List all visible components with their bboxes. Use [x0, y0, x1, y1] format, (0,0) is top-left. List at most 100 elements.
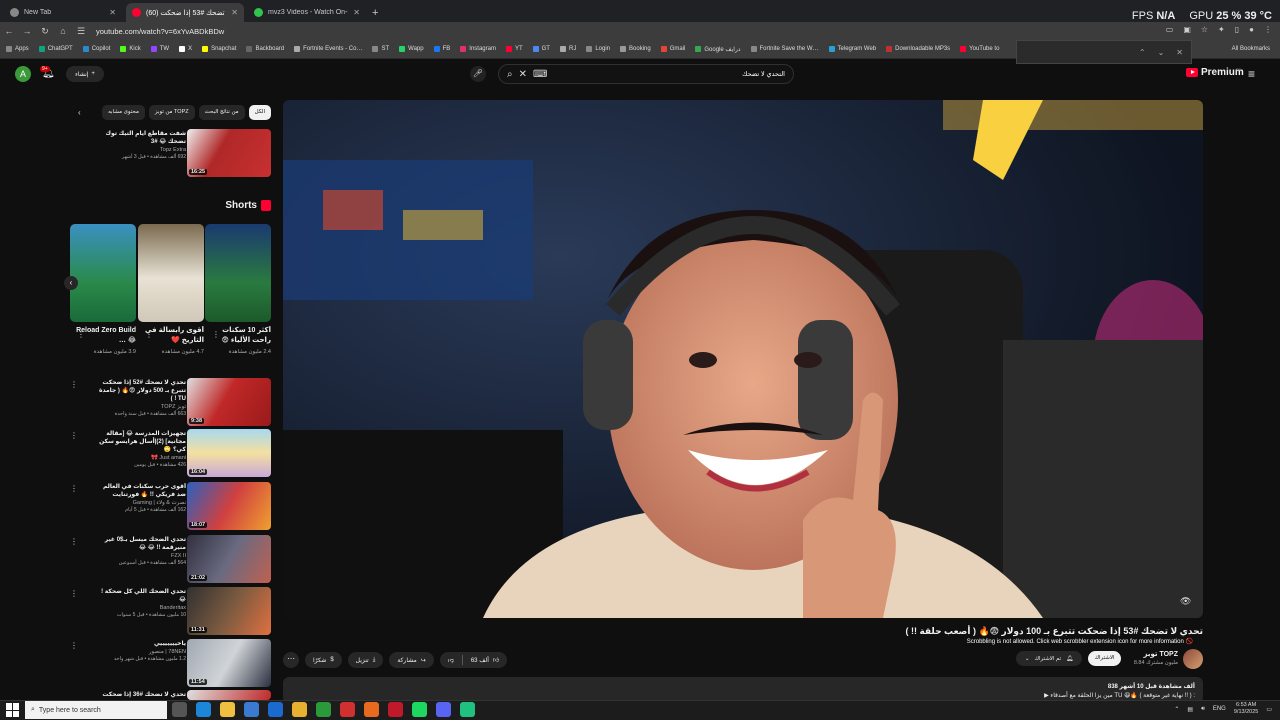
video-thumbnail[interactable]: 11:31 — [187, 587, 271, 635]
kebab-menu-icon[interactable]: ⋮ — [1264, 25, 1272, 34]
avatar[interactable]: A — [15, 66, 31, 82]
download-button[interactable]: تنزيل ⤓ — [347, 652, 384, 668]
store-icon[interactable] — [244, 702, 259, 717]
task-view-icon[interactable] — [172, 702, 187, 717]
channel-name[interactable]: نصرت & ولاء | Gaming — [94, 499, 186, 507]
app-icon[interactable] — [460, 702, 475, 717]
video-title[interactable]: تحدي الضحك اللي كل ضحكة ! 😂 — [94, 588, 186, 604]
kebab-menu-icon[interactable]: ⋮ — [70, 537, 78, 546]
network-icon[interactable]: ▤ — [1187, 706, 1193, 713]
bookmark-item[interactable]: Fortnite Save the W… — [750, 46, 819, 52]
home-icon[interactable]: ⌂ — [54, 26, 72, 36]
back-icon[interactable]: ← — [0, 26, 18, 36]
chevron-up-icon[interactable]: ⌃ — [1139, 48, 1146, 57]
video-title[interactable]: ياخيييييييي — [94, 640, 186, 648]
bookmark-item[interactable]: GT — [532, 46, 550, 52]
keyboard-icon[interactable]: ⌨ — [533, 69, 547, 80]
new-tab-button[interactable]: + — [372, 7, 378, 19]
eye-icon[interactable]: 👁︎ — [1180, 596, 1191, 607]
thanks-button[interactable]: شكرًا $ — [305, 652, 342, 668]
video-thumbnail[interactable]: 16:25 — [187, 129, 271, 177]
channel-name[interactable]: Topz Extra — [94, 146, 186, 154]
short-thumbnail[interactable] — [70, 224, 136, 322]
bookmark-item[interactable]: Google درايف — [695, 46, 741, 53]
list-item[interactable]: 16:04 ⋮ تجهيزات المدرسة 😂 [مقالة مجانية]… — [70, 429, 271, 478]
clear-icon[interactable]: ✕ — [519, 69, 527, 80]
list-item[interactable]: 11:31 ⋮ تحدي الضحك اللي كل ضحكة ! 😂 Band… — [70, 587, 271, 636]
bookmark-item[interactable]: YouTube to — [960, 46, 999, 52]
bookmark-item[interactable]: Wapp — [399, 46, 424, 52]
language-indicator[interactable]: ENG — [1213, 706, 1226, 712]
video-thumbnail[interactable]: 21:02 — [187, 535, 271, 583]
video-title[interactable]: شفت مقاطع ايام التيك توك تضحك 😂 #3 — [94, 130, 186, 146]
star-icon[interactable]: ☆ — [1201, 25, 1208, 34]
kebab-menu-icon[interactable]: ⋮ — [70, 380, 78, 389]
subscribe-button[interactable]: الاشتراك — [1088, 651, 1121, 666]
reload-icon[interactable]: ↻ — [36, 26, 54, 37]
bookmark-item[interactable]: Fortnite Events - Co… — [294, 46, 362, 52]
short-thumbnail[interactable] — [205, 224, 271, 322]
bookmark-item[interactable]: TW — [150, 46, 169, 52]
channel-name[interactable]: Banderitax — [94, 604, 186, 612]
bookmark-item[interactable]: Kick — [120, 46, 141, 52]
video-title[interactable]: تحدي لا تضحك #36 إذا ضحكت تتبرع — [94, 691, 186, 700]
chrome-icon[interactable] — [292, 702, 307, 717]
app-icon[interactable] — [388, 702, 403, 717]
list-item[interactable]: 11:54 ⋮ ياخيييييييي 78NEN | منصور 1.2 مل… — [70, 639, 271, 688]
close-icon[interactable]: ✕ — [1176, 48, 1183, 57]
bookmark-item[interactable]: Login — [586, 46, 610, 52]
chip-search-results[interactable]: من نتائج البحث — [198, 104, 245, 120]
chip-from-channel[interactable]: من توبز TOPZ — [148, 104, 195, 120]
bookmark-item[interactable]: ChatGPT — [38, 46, 73, 52]
video-title[interactable]: تحدي لا تضحك #52 إذا ضحكت تتبرع بـ 500 د… — [94, 379, 186, 403]
sidebar-icon[interactable]: ▯ — [1235, 25, 1239, 34]
notifications-button[interactable]: ⌄ تم الاشتراك 🔔︎ — [1016, 651, 1082, 666]
bookmark-item[interactable]: X — [179, 46, 192, 52]
channel-name[interactable]: Just amani 🎀 — [94, 454, 186, 462]
video-title[interactable]: تحدي الضحك ميسل بـ$0 غير منيرقمة !! 😂 😂 — [94, 536, 186, 552]
app-icon[interactable] — [364, 702, 379, 717]
bookmark-item[interactable]: Apps — [6, 46, 29, 52]
bookmark-item[interactable]: FB — [433, 46, 450, 52]
xbox-icon[interactable] — [316, 702, 331, 717]
short-thumbnail[interactable] — [138, 224, 204, 322]
chevron-up-icon[interactable]: ⌃ — [1174, 706, 1179, 713]
chevron-down-icon[interactable]: ⌄ — [1158, 48, 1165, 57]
list-item[interactable]: تحدي لا تضحك #36 إذا ضحكت تتبرع — [70, 690, 271, 700]
puzzle-icon[interactable]: ✦ — [1218, 25, 1225, 34]
bookmark-item[interactable]: Copilot — [82, 46, 110, 52]
kebab-menu-icon[interactable]: ⋮ — [70, 641, 78, 650]
bookmark-item[interactable]: YT — [505, 46, 523, 52]
browser-tab[interactable]: mvz3 Videos - Watch On-Dema… ✕ — [248, 3, 366, 22]
video-thumbnail[interactable] — [187, 690, 271, 700]
like-icon[interactable]: 👍︎ — [493, 656, 499, 664]
volume-icon[interactable]: 🔊︎ — [1201, 706, 1205, 713]
notification-icon[interactable]: ▭ — [1266, 706, 1272, 713]
microphone-icon[interactable]: 🎤︎ — [470, 66, 486, 82]
chevron-left-icon[interactable]: ‹ — [64, 276, 78, 290]
discord-icon[interactable] — [436, 702, 451, 717]
kebab-menu-icon[interactable]: ⋮ — [77, 330, 85, 339]
profile-icon[interactable]: ● — [1249, 25, 1254, 34]
channel-avatar[interactable] — [1183, 649, 1203, 669]
close-icon[interactable]: ✕ — [231, 8, 238, 17]
search-icon[interactable]: ⌕ — [507, 69, 513, 80]
channel-name[interactable]: FZX II — [94, 552, 186, 560]
all-bookmarks-button[interactable]: All Bookmarks — [1232, 46, 1270, 52]
bookmark-item[interactable]: Downloadable MP3s — [886, 46, 950, 52]
site-info-icon[interactable]: ☰ — [72, 26, 90, 37]
kebab-menu-icon[interactable]: ⋮ — [70, 589, 78, 598]
video-thumbnail[interactable]: 18:07 — [187, 482, 271, 530]
video-player[interactable] — [283, 100, 1203, 618]
search-box[interactable]: ⌕ ✕ ⌨ التحدي لا تضحك — [498, 64, 794, 84]
like-count[interactable]: 63 ألف — [471, 657, 489, 664]
bookmark-item[interactable]: RJ — [559, 46, 576, 52]
list-item[interactable]: 21:02 ⋮ تحدي الضحك ميسل بـ$0 غير منيرقمة… — [70, 535, 271, 584]
close-icon[interactable]: ✕ — [353, 8, 360, 17]
extension-icon[interactable]: ▣ — [1183, 25, 1191, 34]
list-item[interactable]: 16:25 شفت مقاطع ايام التيك توك تضحك 😂 #3… — [70, 129, 271, 178]
kebab-menu-icon[interactable]: ⋮ — [145, 330, 153, 339]
outlook-icon[interactable] — [268, 702, 283, 717]
video-thumbnail[interactable]: 9:38 — [187, 378, 271, 426]
chip-similar[interactable]: محتوى مشابه — [102, 104, 145, 120]
